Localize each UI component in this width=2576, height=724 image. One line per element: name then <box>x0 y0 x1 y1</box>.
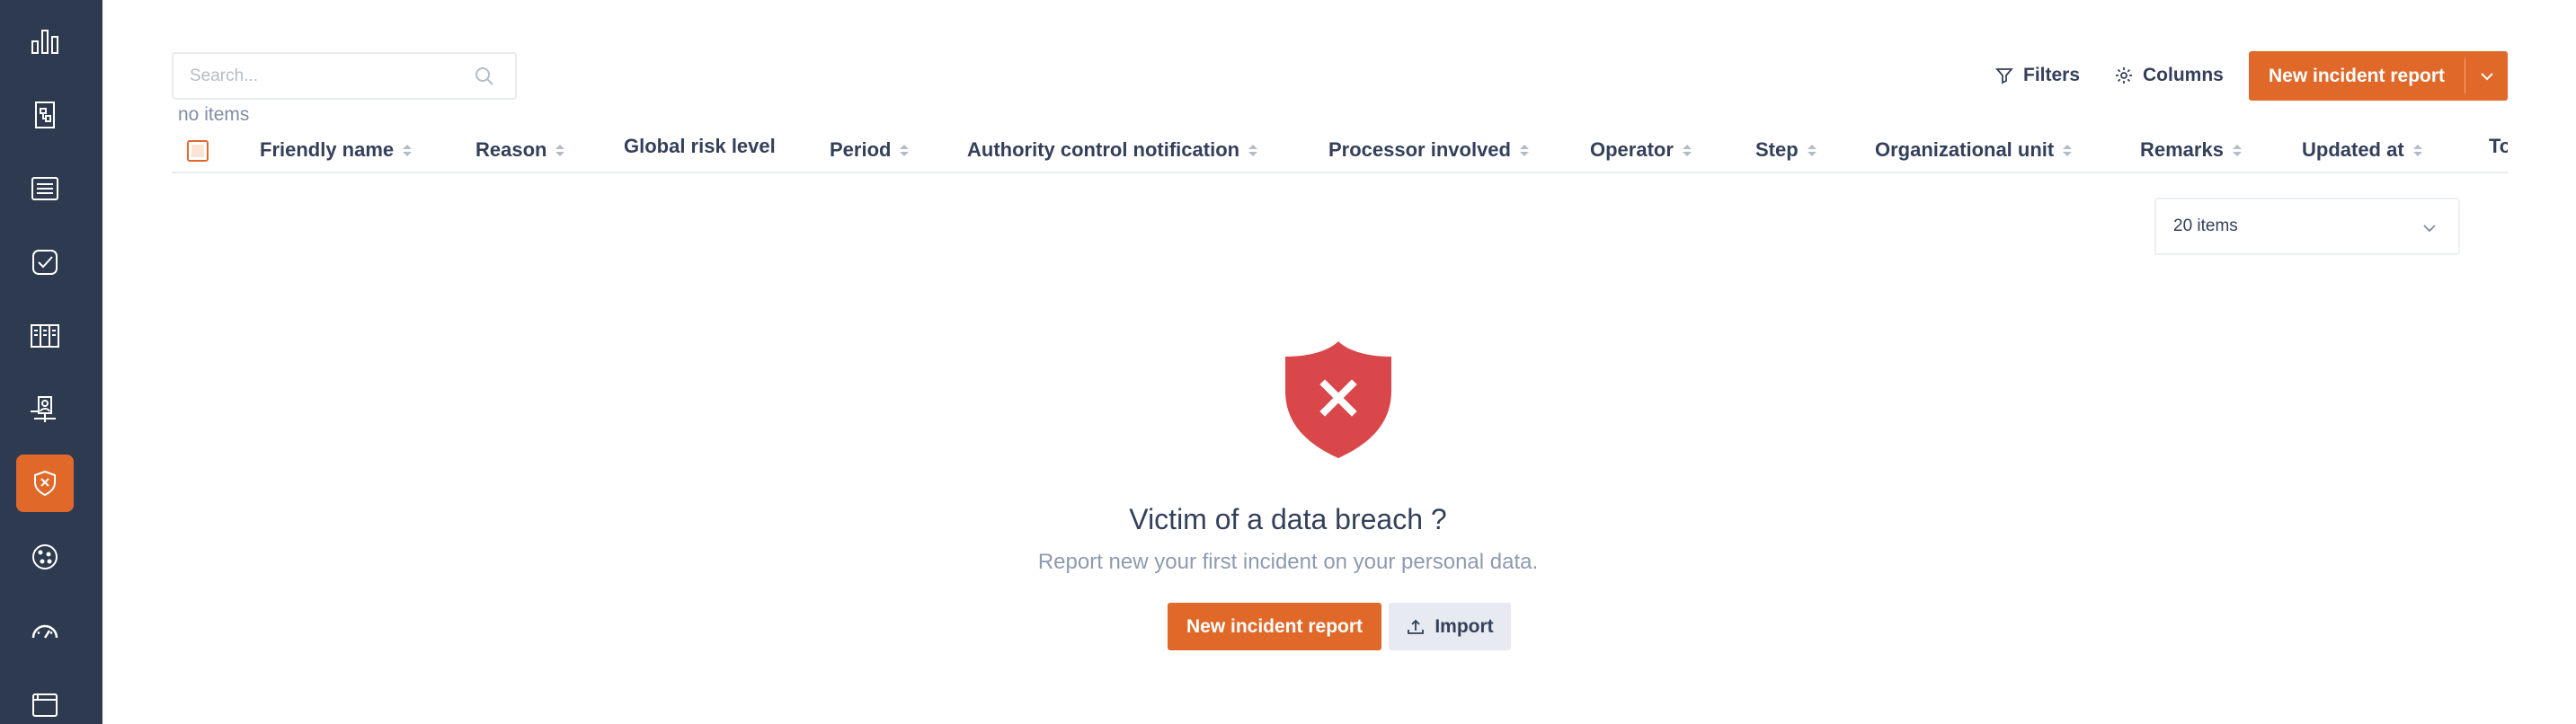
search-input[interactable] <box>190 54 459 98</box>
filters-button[interactable]: Filters <box>1994 59 2080 92</box>
column-label: Organizational unit <box>1875 138 2055 161</box>
bar-chart-icon <box>31 30 58 54</box>
new-incident-report-button[interactable]: New incident report <box>2249 51 2465 101</box>
filters-label: Filters <box>2023 65 2081 85</box>
sort-icon <box>1682 144 1692 156</box>
columns-table-icon <box>31 324 59 348</box>
column-header-friendly-name[interactable]: Friendly name <box>260 135 413 165</box>
window-icon <box>32 693 58 717</box>
column-label: Remarks <box>2140 138 2224 161</box>
nav-item-catalog[interactable] <box>16 307 74 365</box>
sort-icon <box>2412 144 2422 156</box>
column-label: Updated at <box>2302 138 2404 161</box>
column-header-operator[interactable]: Operator <box>1590 135 1692 165</box>
import-button[interactable]: Import <box>1389 603 1511 650</box>
table-header: Friendly name Reason Global risk level P… <box>172 126 2508 173</box>
list-icon <box>31 177 58 200</box>
column-label: Processor involved <box>1328 138 1511 161</box>
check-shield-icon <box>32 250 58 275</box>
item-count: no items <box>178 104 250 125</box>
nav-item-compliance[interactable] <box>16 234 74 291</box>
column-header-period[interactable]: Period <box>830 135 910 165</box>
column-header-truncated[interactable]: To <box>2489 131 2508 162</box>
sort-icon <box>1248 144 1258 156</box>
sort-icon <box>2063 144 2073 156</box>
column-header-reason[interactable]: Reason <box>475 135 565 165</box>
column-label: Period <box>830 138 892 161</box>
shield-x-icon <box>1285 341 1391 458</box>
upload-icon <box>1408 619 1425 634</box>
column-header-step[interactable]: Step <box>1755 135 1817 165</box>
nav-item-processing[interactable] <box>16 86 74 144</box>
column-header-updated-at[interactable]: Updated at <box>2302 135 2422 165</box>
nav-item-subjects[interactable] <box>16 381 74 438</box>
column-label: Global risk level <box>624 135 776 157</box>
column-header-remarks[interactable]: Remarks <box>2140 135 2242 165</box>
nav-item-dashboard[interactable] <box>16 13 74 70</box>
columns-button[interactable]: Columns <box>2114 59 2224 92</box>
new-incident-split-button: New incident report <box>2249 51 2508 101</box>
column-header-organizational-unit[interactable]: Organizational unit <box>1875 135 2073 165</box>
sort-icon <box>403 144 413 156</box>
page-size-select[interactable]: 20 items <box>2154 198 2460 255</box>
columns-label: Columns <box>2143 65 2224 85</box>
column-label: Operator <box>1590 138 1674 161</box>
empty-state-new-incident-button[interactable]: New incident report <box>1168 603 1381 650</box>
sort-icon <box>2232 144 2242 156</box>
sort-icon <box>1807 144 1817 156</box>
column-label: Reason <box>475 138 547 161</box>
filter-icon <box>1995 68 2013 84</box>
chevron-down-icon <box>2423 225 2436 233</box>
new-incident-dropdown-toggle[interactable] <box>2465 51 2508 101</box>
column-label: Friendly name <box>260 138 395 161</box>
empty-state-subtitle: Report new your first incident on your p… <box>1037 550 1539 574</box>
shield-x-icon <box>34 470 56 497</box>
nav-item-registry[interactable] <box>16 160 74 217</box>
sort-icon <box>1519 144 1529 156</box>
sort-icon <box>555 144 565 156</box>
select-all-checkbox[interactable] <box>187 140 209 162</box>
import-label: Import <box>1435 615 1494 637</box>
nav-item-documents[interactable] <box>16 675 74 724</box>
empty-state-title: Victim of a data breach ? <box>1129 503 1447 535</box>
column-header-authority-control-notification[interactable]: Authority control notification <box>967 135 1258 165</box>
sidebar <box>0 0 102 724</box>
page-size-value: 20 items <box>2173 216 2238 235</box>
document-flow-icon <box>35 102 55 128</box>
column-label: To <box>2489 135 2508 157</box>
gauge-icon <box>31 624 58 639</box>
nav-item-audit[interactable] <box>16 602 74 659</box>
search-box <box>172 52 517 100</box>
sort-icon <box>900 144 910 156</box>
gear-icon <box>2116 67 2132 84</box>
column-label: Authority control notification <box>967 138 1240 161</box>
search-icon <box>475 67 493 85</box>
column-header-global-risk-level: Global risk level <box>624 131 776 162</box>
user-tree-icon <box>31 396 56 422</box>
column-label: Step <box>1755 138 1799 161</box>
chevron-down-icon <box>2480 72 2493 80</box>
column-header-processor-involved[interactable]: Processor involved <box>1328 135 1529 165</box>
